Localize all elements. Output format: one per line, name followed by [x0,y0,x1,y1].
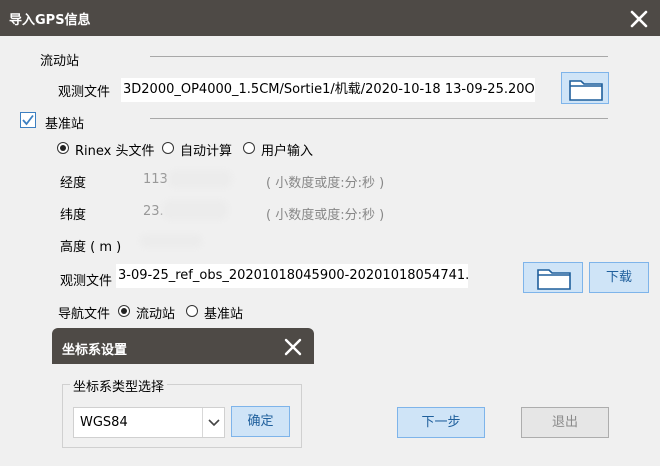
radio-nav-base-label: 基准站 [204,307,244,322]
rover-separator [150,56,608,57]
radio-user-input-label: 用户输入 [261,144,314,159]
radio-nav-rover-label: 流动站 [136,307,176,322]
coord-confirm-button[interactable]: 确定 [231,406,290,437]
check-icon [22,114,34,126]
latitude-value[interactable]: 23. [143,204,164,219]
rover-obs-field[interactable]: 3D2000_OP4000_1.5CM/Sortie1/机载/2020-10-1… [121,78,535,102]
window-title: 导入GPS信息 [9,13,91,28]
base-checkbox[interactable] [20,112,36,128]
next-button[interactable]: 下一步 [397,407,485,438]
rover-browse-button[interactable] [561,72,609,104]
radio-rinex-header-label: Rinex 头文件 [75,144,155,159]
coord-type-select[interactable]: WGS84 [73,407,225,438]
folder-icon [537,269,571,290]
exit-button[interactable]: 退出 [521,407,609,438]
latitude-redacted [162,200,228,220]
coord-dialog-close-icon[interactable] [283,337,305,359]
base-obs-label: 观测文件 [60,274,113,289]
folder-icon [569,80,603,101]
latitude-hint: ( 小数度或度:分:秒 ) [266,208,385,223]
coord-type-group-label: 坐标系类型选择 [70,376,168,395]
height-redacted[interactable] [140,234,202,248]
radio-nav-rover[interactable] [118,305,130,317]
download-button[interactable]: 下载 [589,262,649,293]
nav-file-label: 导航文件 [58,307,111,322]
base-separator [150,118,608,119]
base-browse-button[interactable] [523,262,583,293]
radio-rinex-header[interactable] [57,142,69,154]
radio-auto-calc-label: 自动计算 [180,144,233,159]
rover-section-label: 流动站 [40,54,80,69]
longitude-hint: ( 小数度或度:分:秒 ) [266,176,385,191]
radio-nav-base[interactable] [186,305,198,317]
close-icon[interactable] [628,8,650,30]
coord-type-selected-value: WGS84 [80,415,128,430]
radio-user-input[interactable] [243,142,255,154]
longitude-value[interactable]: 113 [143,172,168,187]
base-obs-field[interactable]: 3-09-25_ref_obs_20201018045900-202010180… [116,264,468,288]
longitude-label: 经度 [60,176,87,191]
chevron-down-icon[interactable] [202,408,225,437]
longitude-redacted [168,170,232,188]
title-bar [0,0,660,36]
height-label: 高度 ( m ) [60,240,122,255]
latitude-label: 纬度 [60,208,87,223]
radio-auto-calc[interactable] [162,142,174,154]
coord-dialog-title: 坐标系设置 [62,343,128,358]
rover-obs-label: 观测文件 [58,85,111,100]
base-checkbox-label: 基准站 [45,117,85,132]
